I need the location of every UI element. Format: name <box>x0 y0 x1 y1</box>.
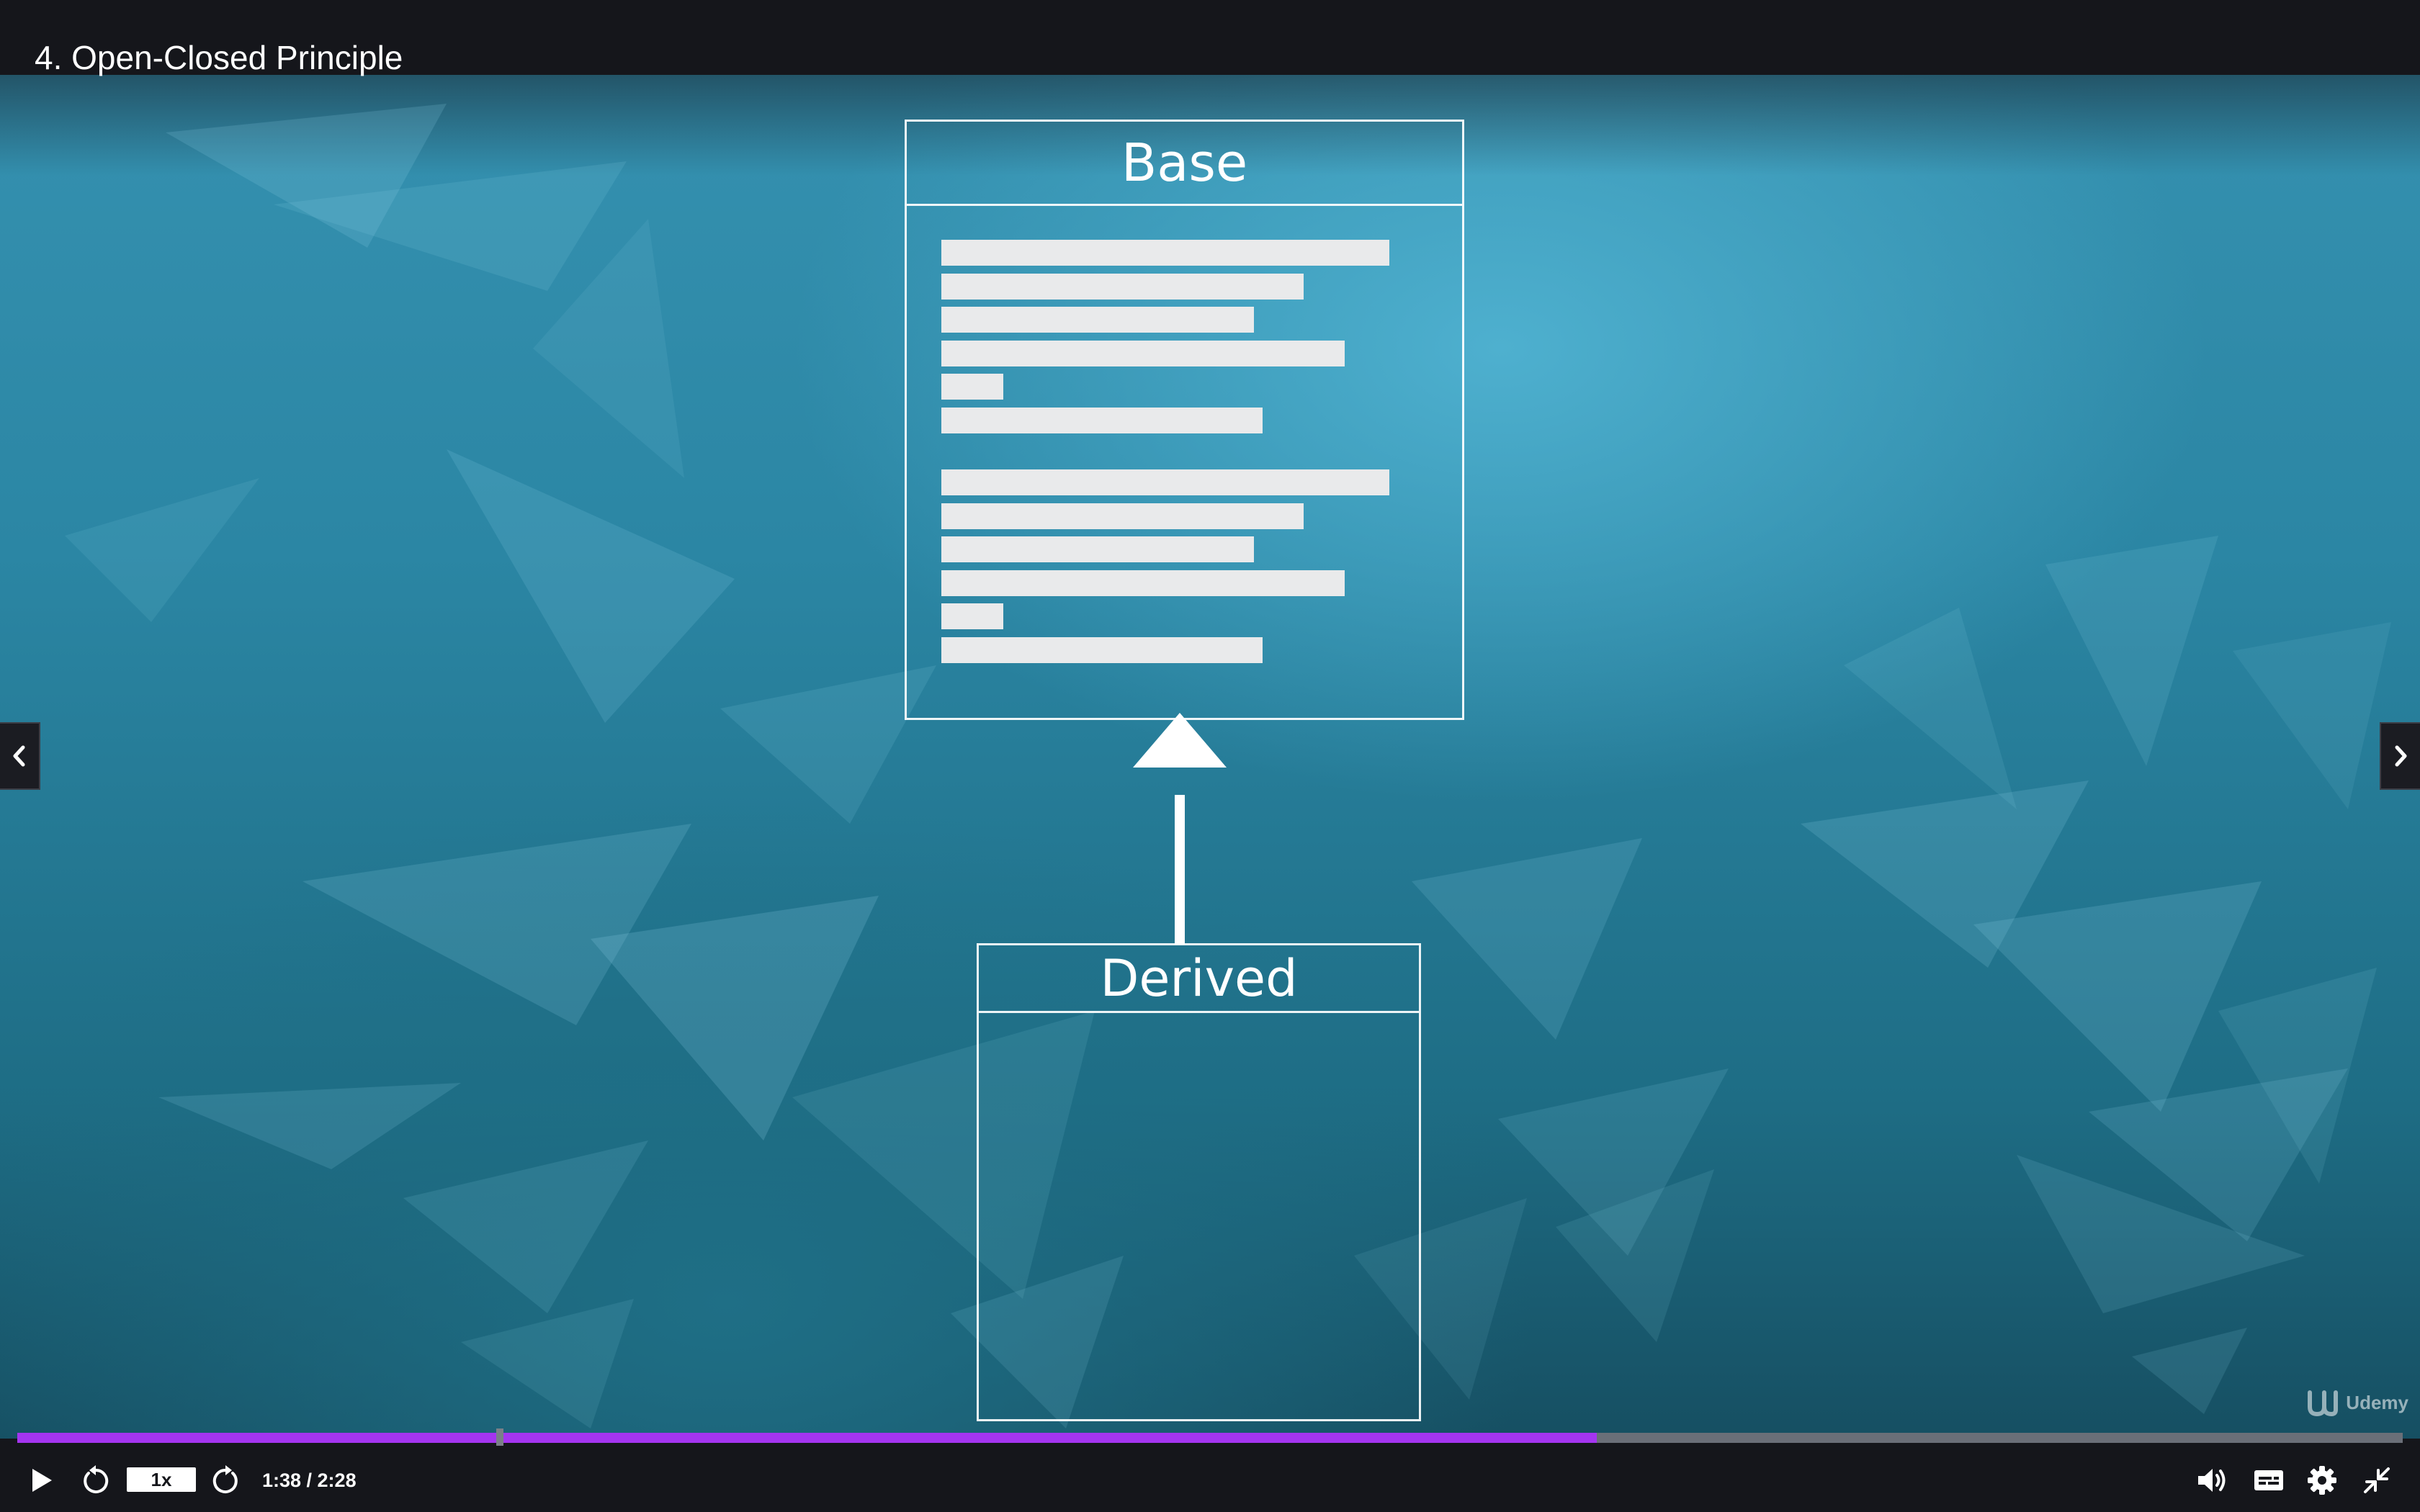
volume-button[interactable] <box>2194 1464 2231 1496</box>
udemy-logo-icon <box>2308 1390 2339 1417</box>
playback-speed-button[interactable]: 1x <box>127 1467 196 1492</box>
volume-icon <box>2198 1469 2226 1492</box>
next-lecture-button[interactable] <box>2380 722 2420 790</box>
base-member-bar <box>941 307 1254 333</box>
base-member-bar <box>941 503 1304 529</box>
previous-lecture-button[interactable] <box>0 722 40 790</box>
exit-fullscreen-icon <box>2364 1467 2390 1493</box>
base-class-name: Base <box>907 122 1462 206</box>
captions-icon <box>2254 1470 2283 1490</box>
progress-chapter-marker <box>496 1428 503 1446</box>
class-diagram: Base Derived <box>0 75 2420 1439</box>
base-member-bar <box>941 240 1389 266</box>
player-control-bar: 1x 1:38 / 2:28 <box>0 1443 2420 1512</box>
play-button[interactable] <box>24 1464 59 1496</box>
progress-played <box>17 1433 1597 1443</box>
base-class-box: Base <box>905 120 1464 720</box>
inheritance-arrow-head <box>1133 713 1227 768</box>
udemy-watermark-text: Udemy <box>2346 1391 2408 1413</box>
captions-button[interactable] <box>2250 1464 2287 1496</box>
play-icon <box>32 1469 52 1492</box>
udemy-watermark: Udemy <box>2307 1388 2408 1417</box>
base-member-bar <box>941 274 1304 300</box>
chevron-right-icon <box>2395 745 2407 767</box>
forward-5-icon <box>212 1465 238 1493</box>
exit-fullscreen-button[interactable] <box>2358 1464 2396 1496</box>
forward-button[interactable] <box>207 1464 243 1496</box>
base-member-bar <box>941 637 1263 663</box>
rewind-button[interactable] <box>78 1464 114 1496</box>
base-member-bar <box>941 374 1003 400</box>
gear-icon <box>2308 1466 2336 1495</box>
base-member-bar <box>941 536 1254 562</box>
rewind-5-icon <box>84 1465 109 1493</box>
base-member-bar <box>941 408 1263 433</box>
base-member-bar <box>941 341 1345 366</box>
time-display: 1:38 / 2:28 <box>262 1470 357 1491</box>
base-member-bar <box>941 603 1003 629</box>
base-member-bar <box>941 469 1389 495</box>
base-member-bar <box>941 570 1345 596</box>
derived-class-box: Derived <box>977 943 1421 1421</box>
chevron-left-icon <box>13 745 25 767</box>
video-frame[interactable]: Base Derived Udemy <box>0 75 2420 1439</box>
lecture-title: 4. Open-Closed Principle <box>35 39 403 76</box>
derived-class-name: Derived <box>979 945 1419 1013</box>
settings-button[interactable] <box>2303 1464 2341 1496</box>
inheritance-arrow-shaft <box>1175 795 1185 945</box>
video-progress-bar[interactable] <box>17 1428 2403 1446</box>
lecture-title-bar: 4. Open-Closed Principle <box>0 0 2420 76</box>
